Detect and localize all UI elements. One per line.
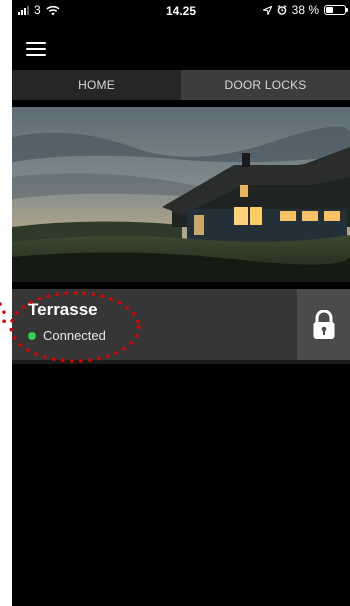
tab-bar: HOME DOOR LOCKS — [12, 70, 350, 100]
lock-list-item[interactable]: Terrasse Connected — [12, 289, 350, 360]
hero-illustration — [12, 107, 350, 282]
status-dot-icon — [28, 331, 36, 340]
tab-door-locks-label: DOOR LOCKS — [224, 78, 307, 92]
annotation-dotted-mark — [0, 302, 7, 324]
lock-status-label: Connected — [43, 328, 106, 343]
lock-name: Terrasse — [28, 300, 98, 319]
alarm-clock-icon — [277, 5, 287, 15]
tab-home[interactable]: HOME — [12, 70, 181, 100]
list-divider — [12, 360, 350, 364]
tab-door-locks[interactable]: DOOR LOCKS — [181, 70, 350, 100]
location-arrow-icon — [262, 5, 272, 15]
battery-percent: 38 % — [291, 3, 319, 17]
status-bar: 3 14.25 38 % — [12, 0, 350, 20]
lock-toggle-button[interactable] — [297, 289, 350, 360]
hamburger-menu-icon[interactable] — [26, 42, 46, 58]
status-right: 38 % — [262, 3, 348, 17]
padlock-icon — [313, 309, 334, 339]
battery-fill — [326, 7, 333, 13]
house-at-dusk-photo — [12, 107, 350, 282]
tab-home-label: HOME — [78, 78, 115, 92]
battery-icon — [324, 5, 348, 15]
lock-status: Connected — [28, 328, 106, 343]
app-screen: 3 14.25 38 % HOME DOOR LOCKS Terrasse Co… — [12, 0, 350, 606]
